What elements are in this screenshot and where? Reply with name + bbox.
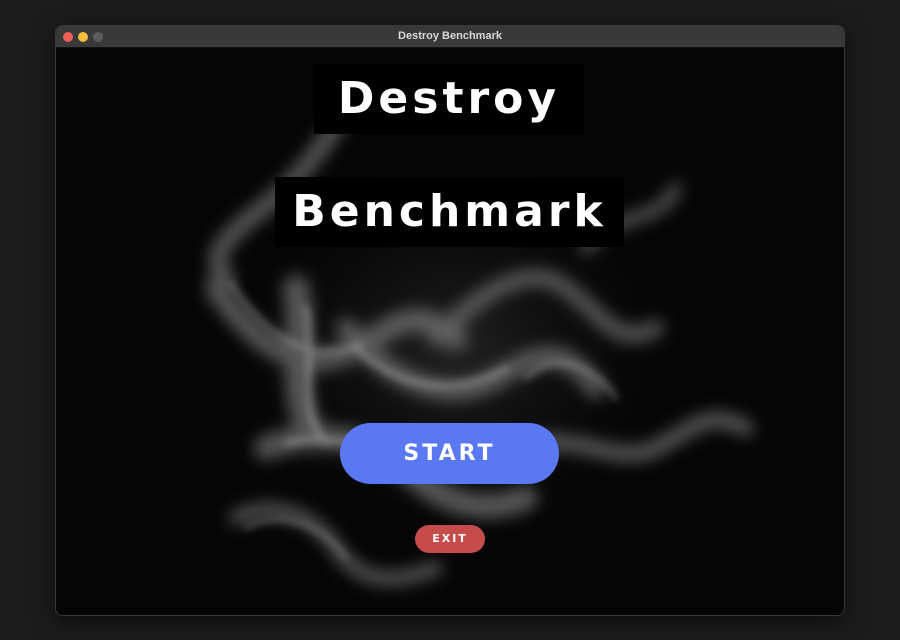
start-button[interactable]: START bbox=[340, 423, 559, 484]
window-title: Destroy Benchmark bbox=[398, 30, 502, 42]
maximize-window-button[interactable] bbox=[93, 32, 103, 42]
main-menu-screen: Destroy Benchmark START EXIT bbox=[56, 48, 844, 615]
title-line-benchmark: Benchmark bbox=[275, 177, 624, 247]
title-bar[interactable]: Destroy Benchmark bbox=[56, 26, 844, 48]
title-line-destroy: Destroy bbox=[314, 64, 584, 134]
minimize-window-button[interactable] bbox=[78, 32, 88, 42]
app-window: Destroy Benchmark Destroy Benchmark STAR… bbox=[56, 26, 844, 615]
close-window-button[interactable] bbox=[63, 32, 73, 42]
exit-button[interactable]: EXIT bbox=[415, 525, 485, 553]
